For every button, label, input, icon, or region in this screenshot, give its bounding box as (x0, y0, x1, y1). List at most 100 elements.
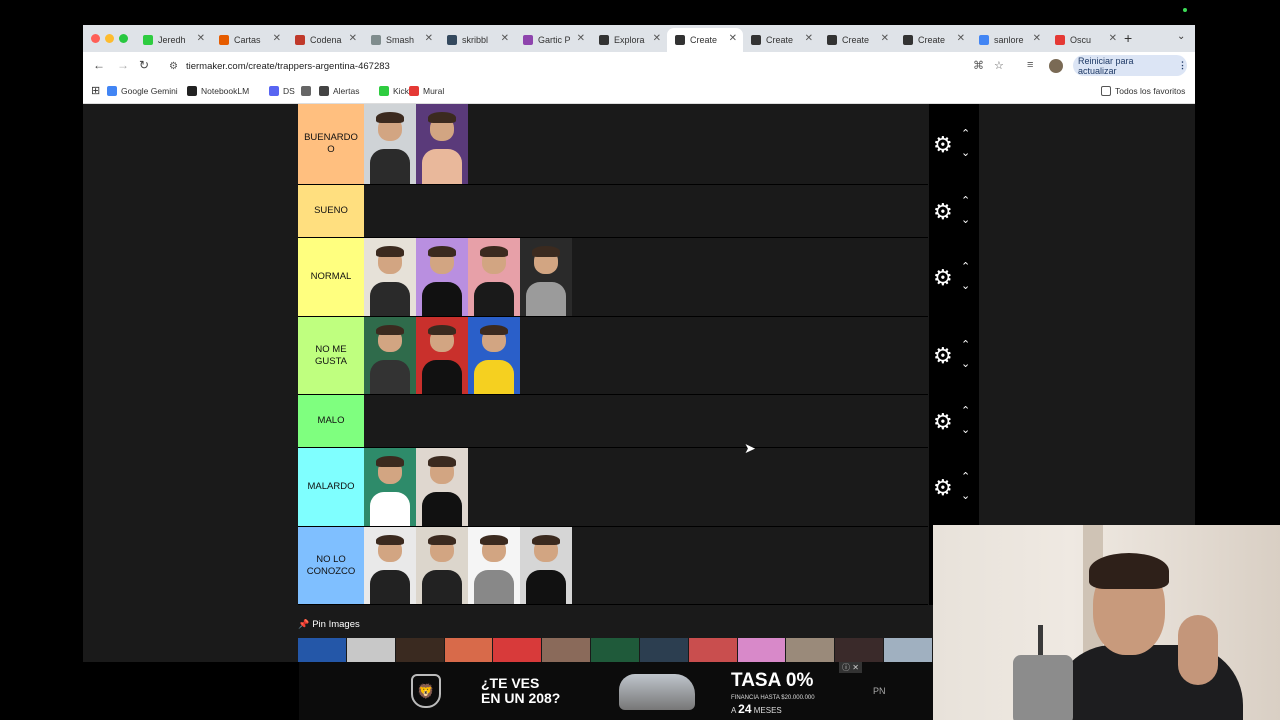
advertisement-banner[interactable]: 🦁 ¿TE VES EN UN 208? TASA 0% FINANCIA HA… (299, 662, 933, 720)
browser-tab[interactable]: sanlore ✕ (971, 28, 1047, 52)
tab-close-icon[interactable]: ✕ (577, 33, 585, 44)
artist-image[interactable] (364, 527, 416, 604)
artist-image[interactable] (416, 448, 468, 526)
browser-tab[interactable]: skribbl ✕ (439, 28, 515, 52)
translate-icon[interactable]: ⌘ (973, 59, 984, 72)
move-tier-up-icon[interactable]: ⌃ (961, 471, 970, 483)
tier-label[interactable]: SUENO (298, 185, 364, 237)
bookmark-item[interactable]: NotebookLM (187, 86, 249, 96)
tab-search-icon[interactable]: ⌄ (1177, 31, 1185, 42)
artist-image[interactable] (468, 527, 520, 604)
tier-settings-gear-icon[interactable]: ⚙ (933, 133, 953, 156)
pin-images-title[interactable]: 📌 Pin Images (298, 619, 360, 630)
tier-label[interactable]: MALO (298, 395, 364, 447)
move-tier-down-icon[interactable]: ⌄ (961, 359, 970, 370)
tier-settings-gear-icon[interactable]: ⚙ (933, 476, 953, 499)
unranked-artist-image[interactable] (639, 638, 688, 662)
unranked-artist-image[interactable] (884, 638, 932, 662)
unranked-artist-image[interactable] (591, 638, 639, 662)
browser-tab[interactable]: Codena ✕ (287, 28, 363, 52)
move-tier-down-icon[interactable]: ⌄ (961, 214, 970, 226)
move-tier-up-icon[interactable]: ⌃ (961, 128, 970, 140)
browser-tab[interactable]: Cartas ✕ (211, 28, 287, 52)
maximize-window-icon[interactable] (119, 34, 128, 43)
unranked-artist-image[interactable] (688, 638, 737, 662)
tier-label[interactable]: BUENARDO O (298, 104, 364, 184)
artist-image[interactable] (520, 527, 572, 604)
artist-image[interactable] (468, 317, 520, 394)
tier-label[interactable]: NO LO CONOZCO (298, 527, 364, 604)
reload-icon[interactable]: ↻ (139, 58, 149, 72)
all-bookmarks[interactable]: Todos los favoritos (1101, 86, 1185, 96)
browser-tab[interactable]: Smash ✕ (363, 28, 439, 52)
unranked-artist-image[interactable] (444, 638, 493, 662)
artist-image[interactable] (364, 104, 416, 184)
bookmark-item[interactable]: Mural (409, 86, 444, 96)
move-tier-down-icon[interactable]: ⌄ (961, 280, 970, 292)
tier-settings-gear-icon[interactable]: ⚙ (933, 410, 953, 433)
bookmark-item[interactable] (301, 86, 315, 96)
artist-image[interactable] (416, 527, 468, 604)
browser-tab[interactable]: Oscu ✕ (1047, 28, 1123, 52)
site-info-icon[interactable]: ⚙ (169, 61, 178, 72)
move-tier-down-icon[interactable]: ⌄ (961, 147, 970, 159)
bookmark-item[interactable]: Kick (379, 86, 409, 96)
address-bar[interactable]: ⚙ tiermaker.com/create/trappers-argentin… (163, 56, 1003, 76)
artist-image[interactable] (364, 238, 416, 316)
tab-close-icon[interactable]: ✕ (653, 33, 661, 44)
unranked-artist-image[interactable] (346, 638, 395, 662)
move-tier-down-icon[interactable]: ⌄ (961, 424, 970, 436)
browser-tab[interactable]: Create ✕ (667, 28, 743, 52)
tier-settings-gear-icon[interactable]: ⚙ (933, 266, 953, 289)
close-window-icon[interactable] (91, 34, 100, 43)
artist-image[interactable] (416, 104, 468, 184)
tab-close-icon[interactable]: ✕ (425, 33, 433, 44)
tier-label[interactable]: MALARDO (298, 448, 364, 526)
reading-list-icon[interactable]: ≡ (1027, 59, 1033, 71)
tab-close-icon[interactable]: ✕ (501, 33, 509, 44)
unranked-artist-image[interactable] (298, 638, 346, 662)
tab-close-icon[interactable]: ✕ (1109, 33, 1117, 44)
move-tier-up-icon[interactable]: ⌃ (961, 195, 970, 207)
new-tab-icon[interactable]: + (1124, 30, 1132, 46)
artist-image[interactable] (416, 238, 468, 316)
tier-label[interactable]: NO ME GUSTA (298, 317, 364, 394)
tab-close-icon[interactable]: ✕ (805, 33, 813, 44)
tier-label[interactable]: NORMAL (298, 238, 364, 316)
browser-tab[interactable]: Create ✕ (819, 28, 895, 52)
unranked-artist-image[interactable] (835, 638, 884, 662)
artist-image[interactable] (416, 317, 468, 394)
tab-close-icon[interactable]: ✕ (197, 33, 205, 44)
apps-icon[interactable]: ⊞ (91, 84, 100, 97)
unranked-artist-image[interactable] (395, 638, 444, 662)
ad-close-icon[interactable]: ⓘ ✕ (839, 662, 862, 673)
move-tier-up-icon[interactable]: ⌃ (961, 261, 970, 273)
artist-image[interactable] (364, 448, 416, 526)
tab-close-icon[interactable]: ✕ (349, 33, 357, 44)
move-tier-down-icon[interactable]: ⌄ (961, 490, 970, 502)
tab-close-icon[interactable]: ✕ (1033, 33, 1041, 44)
artist-image[interactable] (520, 238, 572, 316)
tab-close-icon[interactable]: ✕ (957, 33, 965, 44)
unranked-artist-image[interactable] (737, 638, 786, 662)
forward-icon[interactable]: → (117, 58, 129, 72)
update-button[interactable]: Reiniciar para actualizar ⋮ (1073, 55, 1187, 76)
tier-settings-gear-icon[interactable]: ⚙ (933, 200, 953, 223)
move-tier-up-icon[interactable]: ⌃ (961, 340, 970, 351)
browser-tab[interactable]: Create ✕ (743, 28, 819, 52)
bookmark-item[interactable]: Alertas (319, 86, 359, 96)
unranked-artist-image[interactable] (542, 638, 591, 662)
profile-avatar[interactable] (1049, 59, 1063, 73)
minimize-window-icon[interactable] (105, 34, 114, 43)
back-icon[interactable]: ← (93, 58, 105, 72)
bookmark-item[interactable]: DS (269, 86, 295, 96)
unranked-artist-image[interactable] (493, 638, 542, 662)
tab-close-icon[interactable]: ✕ (273, 33, 281, 44)
artist-image[interactable] (468, 238, 520, 316)
browser-tab[interactable]: Jeredh ✕ (135, 28, 211, 52)
browser-tab[interactable]: Create ✕ (895, 28, 971, 52)
bookmark-item[interactable]: Google Gemini (107, 86, 178, 96)
tab-close-icon[interactable]: ✕ (881, 33, 889, 44)
move-tier-up-icon[interactable]: ⌃ (961, 405, 970, 417)
tier-settings-gear-icon[interactable]: ⚙ (933, 345, 953, 367)
